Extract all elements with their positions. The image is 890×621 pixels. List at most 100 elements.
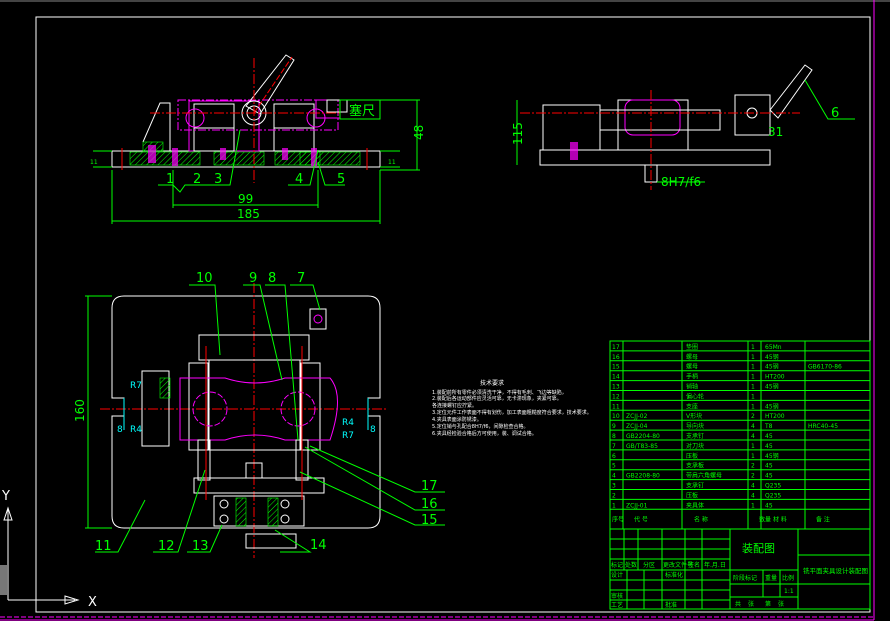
bom-cell-qty: 1 [751,502,755,509]
bom-cell-material: 45钢 [765,363,779,371]
tech-requirements: 技术要求 1.装配前所有零件必须清洗干净，不得有毛刺、飞边等缺陷， 2.装配后各… [432,379,592,437]
bom-cell-material: 45钢 [765,383,779,391]
bom-table: 17 垫圈 1 65Mn16 螺母 1 45钢15 螺母 1 45钢 GB6170-8614 手柄 1 H… [609,340,871,530]
dim-slot-right: 8 [370,425,376,435]
tech-req-title: 技术要求 [480,379,504,387]
bom-cell-qty: 4 [751,423,755,430]
bom-cell-material: HT200 [765,413,785,420]
standardization-label: 标准化 [665,571,683,579]
bom-cell-no: 13 [612,384,620,391]
bom-cell-material: 45 [765,443,773,450]
part-label-4: 4 [295,172,303,187]
bom-cell-material: Q235 [765,483,781,490]
bom-cell-qty: 1 [751,403,755,410]
dim-r7-right: R7 [342,431,354,441]
approval-label: 批准 [665,601,677,609]
bom-cell-name: V形块 [686,412,702,420]
part-label-5: 5 [337,172,345,187]
dim-11-right: 11 [388,159,396,166]
tech-req-line: 5.定位销与孔配合8H7/f6，间隙检查合格。 [432,423,529,430]
front-view: 1 2 3 4 5 99 185 48 11 11 塞尺 [90,54,426,224]
dim-fit-8h7-f6: 8H7/f6 [661,175,701,189]
change-count-header: 处数 [625,561,637,569]
bom-cell-no: 2 [612,492,616,499]
bom-cell-no: 11 [612,403,620,410]
bom-cell-qty: 2 [751,463,755,470]
weight-label: 重量 [765,574,777,582]
bom-cell-name: 压板 [686,452,698,460]
bom-cell-qty: 2 [751,413,755,420]
bom-cell-material: HT200 [765,374,785,381]
dim-185: 185 [237,207,260,221]
title-block: 装配图 铣平面夹具设计装配图 标记 处数 分区 更改文件号 签名 年.月.日 设… [609,528,871,610]
dim-115: 115 [511,122,525,145]
bom-cell-no: 9 [612,423,616,430]
bom-cell-code: GB/T83-85 [626,443,658,450]
bom-header-name: 名 称 [694,515,708,523]
part-label-13: 13 [192,539,209,554]
part-label-14: 14 [310,538,327,553]
bom-cell-qty: 4 [751,433,755,440]
bom-cell-name: 支承钉 [686,432,704,440]
scale-value: 1:1 [784,588,794,595]
dim-48: 48 [412,125,426,140]
bom-cell-no: 17 [612,344,620,351]
bom-cell-no: 8 [612,433,616,440]
bom-cell-no: 7 [612,443,616,450]
bom-cell-qty: 1 [751,443,755,450]
bom-cell-name: 对刀块 [686,442,704,450]
part-label-16: 16 [421,497,438,512]
bom-cell-material: 45钢 [765,402,779,410]
bom-cell-qty: 1 [751,453,755,460]
change-zone-header: 分区 [643,561,655,569]
bom-cell-no: 12 [612,393,620,400]
bom-cell-no: 1 [612,502,616,509]
bom-cell-qty: 1 [751,354,755,361]
bom-cell-name: 销轴 [686,383,698,391]
reviewer-label: 审核 [611,592,623,600]
bom-cell-name: 螺母 [686,353,698,361]
bom-cell-code: ZCJJ-02 [626,413,648,420]
bom-cell-name: 垫圈 [686,343,698,351]
dim-99: 99 [238,192,253,206]
part-label-8: 8 [268,271,276,286]
signature-header: 签名 [688,561,700,569]
bom-cell-no: 4 [612,473,616,480]
bom-cell-no: 10 [612,413,620,420]
dim-r7-left: R7 [130,381,142,391]
bom-header-material: 材 料 [773,515,787,523]
bom-cell-material: 45钢 [765,353,779,361]
bom-cell-name: 支承钉 [686,482,704,490]
date-header: 年.月.日 [704,561,726,569]
bom-cell-no: 5 [612,463,616,470]
bom-cell-code: GB2208-80 [626,473,660,480]
bom-cell-qty: 1 [751,384,755,391]
bom-cell-name: 夹具体 [686,501,704,509]
bom-cell-name: 支座 [686,402,698,410]
sheets-total-label: 共 [735,600,741,608]
bom-cell-material: 65Mn [765,344,782,351]
bom-cell-qty: 4 [751,492,755,499]
side-view: 115 31 8H7/f6 6 [511,64,855,190]
dim-31: 31 [768,125,783,139]
tech-req-line: 2.装配后各运动部件应灵活可靠，无卡滞现象，夹紧可靠。 [432,395,562,402]
bom-cell-code: ZCJJ-01 [626,502,648,509]
designer-label: 设计 [611,571,623,579]
drawing-name: 铣平面夹具设计装配图 [803,566,868,575]
bom-cell-name: 手柄 [686,373,698,381]
bom-header-qty: 数量 [759,515,771,523]
bom-cell-material: 45 [765,463,773,470]
bom-cell-name: 偏心轮 [686,392,704,400]
dim-r4-left: R4 [130,425,142,435]
dim-11-left: 11 [90,159,98,166]
plan-view: 160 8 8 R7 R4 R4 R7 7 8 9 10 11 12 13 14… [73,271,445,558]
part-label-11: 11 [95,539,112,554]
tech-req-line: 3.定位元件工作表面不得有划伤，加工表面粗糙度符合要求，技术要求。 [432,409,592,416]
process-label: 工艺 [611,601,623,609]
sheets-unit-label: 张 [748,600,754,608]
bom-cell-code: ZCJJ-04 [626,423,648,430]
cad-drawing-canvas[interactable]: Y X 1 2 3 4 5 99 185 48 11 11 塞尺 115 31 … [0,0,890,621]
bom-cell-no: 6 [612,453,616,460]
bom-cell-name: 带肩六角螺母 [686,472,722,480]
bom-cell-no: 15 [612,364,620,371]
